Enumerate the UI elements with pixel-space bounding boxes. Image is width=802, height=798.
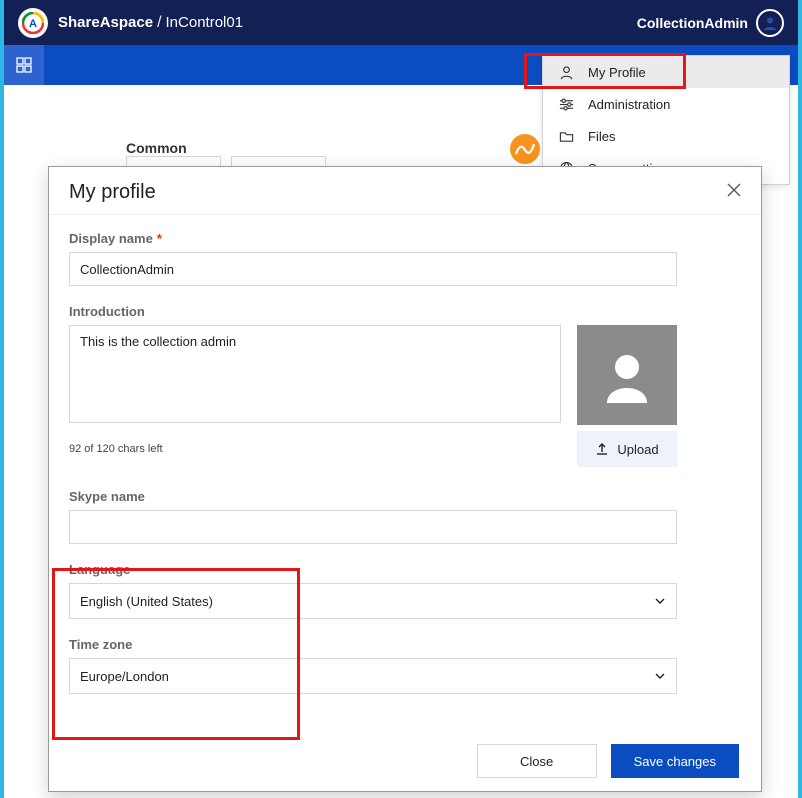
brand-name: ShareAspace	[58, 14, 153, 31]
upload-label: Upload	[617, 442, 658, 457]
person-icon	[597, 345, 657, 405]
dropdown-item-files[interactable]: Files	[543, 120, 789, 152]
language-select[interactable]: English (United States)	[69, 583, 677, 619]
upload-icon	[595, 442, 609, 456]
sliders-icon	[559, 97, 574, 112]
introduction-textarea[interactable]	[69, 325, 561, 423]
modal-close-button[interactable]	[727, 183, 741, 202]
upload-button[interactable]: Upload	[577, 431, 677, 467]
header-bar: A ShareAspace / InControl01 CollectionAd…	[4, 0, 798, 45]
dropdown-item-label: Files	[588, 129, 615, 144]
brand-separator: /	[153, 14, 165, 32]
language-value: English (United States)	[80, 594, 213, 609]
section-heading-common: Common	[126, 140, 187, 156]
modal-footer: Close Save changes	[49, 731, 761, 791]
introduction-label: Introduction	[69, 304, 741, 319]
required-asterisk: *	[157, 231, 162, 246]
dropdown-item-administration[interactable]: Administration	[543, 88, 789, 120]
chevron-down-icon	[654, 670, 666, 682]
workspace-name: InControl01	[166, 14, 244, 31]
dropdown-item-label: Administration	[588, 97, 670, 112]
close-button[interactable]: Close	[477, 744, 597, 778]
language-label: Language	[69, 562, 741, 577]
timezone-value: Europe/London	[80, 669, 169, 684]
display-name-label: Display name*	[69, 231, 741, 246]
current-user-label: CollectionAdmin	[637, 15, 748, 31]
skype-input[interactable]	[69, 510, 677, 544]
user-avatar-button[interactable]	[756, 9, 784, 37]
save-button-label: Save changes	[634, 754, 716, 769]
skype-label: Skype name	[69, 489, 741, 504]
display-name-input[interactable]	[69, 252, 677, 286]
save-changes-button[interactable]: Save changes	[611, 744, 739, 778]
timezone-select[interactable]: Europe/London	[69, 658, 677, 694]
timezone-label: Time zone	[69, 637, 741, 652]
logo-icon: A	[22, 12, 44, 34]
app-frame: A ShareAspace / InControl01 CollectionAd…	[0, 0, 802, 798]
bg-orange-circle-icon	[510, 134, 540, 164]
dropdown-item-label: My Profile	[588, 65, 646, 80]
close-button-label: Close	[520, 754, 553, 769]
modal-header: My profile	[49, 167, 761, 215]
person-icon	[762, 15, 778, 31]
profile-avatar-placeholder	[577, 325, 677, 425]
logo: A	[18, 8, 48, 38]
char-count: 92 of 120 chars left	[69, 443, 163, 455]
my-profile-modal: My profile Display name* Introduction	[48, 166, 762, 792]
person-icon	[559, 65, 574, 80]
close-icon	[727, 183, 741, 197]
chevron-down-icon	[654, 595, 666, 607]
modal-body: Display name* Introduction 92 of 120 cha…	[49, 215, 761, 731]
apps-grid-button[interactable]	[4, 45, 44, 85]
svg-text:A: A	[29, 18, 37, 30]
apps-grid-icon	[16, 57, 32, 73]
modal-title: My profile	[69, 181, 156, 204]
folder-icon	[559, 129, 574, 144]
dropdown-item-my-profile[interactable]: My Profile	[543, 56, 789, 88]
